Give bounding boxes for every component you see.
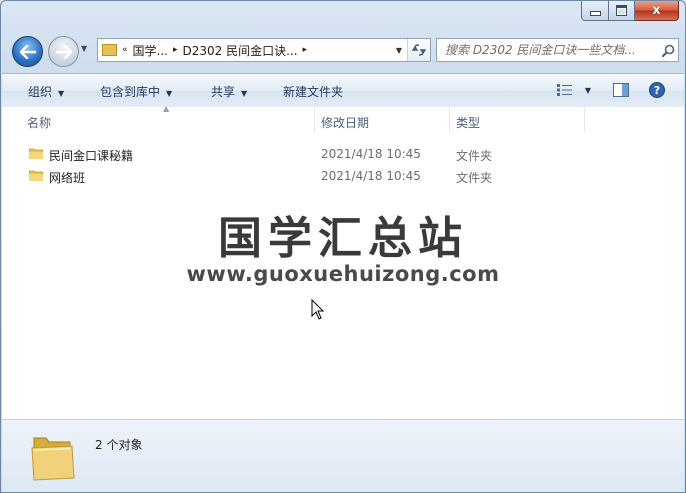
column-header-modified[interactable]: 修改日期 (321, 114, 369, 131)
command-bar: 组织 ▼ 包含到库中 ▼ 共享 ▼ 新建文件夹 ▼ ? (2, 73, 684, 108)
search-input[interactable] (437, 40, 658, 60)
minimize-icon (589, 11, 601, 16)
preview-pane-button[interactable] (610, 80, 632, 100)
organize-button[interactable]: 组织 ▼ (28, 83, 64, 100)
arrow-right-icon (55, 44, 72, 59)
mouse-cursor-icon (311, 299, 325, 320)
file-name: 网络班 (49, 171, 86, 185)
file-modified: 2021/4/18 10:45 (321, 147, 421, 161)
column-divider[interactable] (314, 107, 315, 132)
list-item[interactable]: 网络班 2021/4/18 10:45 文件夹 (2, 166, 684, 186)
folder-icon (102, 44, 117, 56)
chevron-down-icon: ▼ (584, 85, 592, 95)
breadcrumb-overflow[interactable]: « (122, 45, 128, 55)
caption-buttons: x (581, 1, 679, 21)
file-type: 文件夹 (456, 149, 493, 163)
column-divider[interactable] (449, 107, 450, 132)
address-dropdown[interactable]: ▼ (391, 46, 407, 55)
view-list-icon (556, 84, 572, 96)
help-icon: ? (649, 82, 665, 98)
column-header-name[interactable]: 名称 (27, 114, 51, 131)
back-button[interactable] (12, 36, 43, 67)
explorer-window: x ▼ « 国学... ▸ D2302 民间金口诀... ▸ ▼ 搜索 D230… (0, 0, 686, 493)
sort-arrow-icon: ▲ (163, 104, 170, 113)
breadcrumb-item[interactable]: 国学... (133, 42, 168, 59)
change-view-button[interactable]: ▼ (554, 80, 594, 100)
search-box[interactable] (436, 38, 679, 62)
recent-pages-dropdown[interactable]: ▼ (81, 44, 87, 53)
close-icon: x (652, 3, 661, 18)
include-in-library-label: 包含到库中 (100, 85, 161, 99)
search-icon[interactable] (658, 44, 678, 57)
minimize-button[interactable] (581, 1, 609, 21)
breadcrumb-separator[interactable]: ▸ (303, 45, 308, 55)
folder-icon (29, 170, 43, 181)
file-modified: 2021/4/18 10:45 (321, 169, 421, 183)
breadcrumb-separator[interactable]: ▸ (173, 45, 178, 55)
svg-text:?: ? (654, 84, 660, 97)
share-button[interactable]: 共享 ▼ (211, 83, 247, 100)
file-type: 文件夹 (456, 171, 493, 185)
column-header-type[interactable]: 类型 (456, 114, 480, 131)
breadcrumb-item[interactable]: D2302 民间金口诀... (183, 42, 298, 59)
folder-icon (29, 148, 43, 159)
share-label: 共享 (211, 85, 236, 99)
file-name: 民间金口课秘籍 (49, 149, 134, 163)
refresh-icon (412, 44, 426, 56)
close-button[interactable]: x (635, 1, 679, 21)
status-item-count: 2 个对象 (95, 438, 143, 452)
column-divider[interactable] (584, 107, 585, 132)
help-button[interactable]: ? (646, 80, 668, 100)
list-item[interactable]: 民间金口课秘籍 2021/4/18 10:45 文件夹 (2, 144, 684, 164)
preview-pane-icon (613, 83, 629, 97)
file-list[interactable]: ▲ 名称 修改日期 类型 民间金口课秘籍 2021/4/18 10:45 文件夹… (2, 104, 684, 419)
maximize-button[interactable] (609, 1, 635, 21)
watermark-url: www.guoxuehuizong.com (186, 262, 500, 286)
details-pane: 2 个对象 (2, 419, 684, 492)
maximize-icon (616, 5, 627, 16)
organize-label: 组织 (28, 85, 53, 99)
address-bar[interactable]: « 国学... ▸ D2302 民间金口诀... ▸ ▼ (97, 38, 431, 62)
folder-large-icon (31, 437, 75, 481)
new-folder-button[interactable]: 新建文件夹 (283, 83, 343, 100)
new-folder-label: 新建文件夹 (283, 85, 344, 99)
include-in-library-button[interactable]: 包含到库中 ▼ (100, 83, 172, 100)
arrow-left-icon (19, 44, 36, 59)
forward-button[interactable] (48, 36, 79, 67)
refresh-button[interactable] (407, 39, 430, 61)
watermark-title: 国学汇总站 (218, 213, 468, 264)
